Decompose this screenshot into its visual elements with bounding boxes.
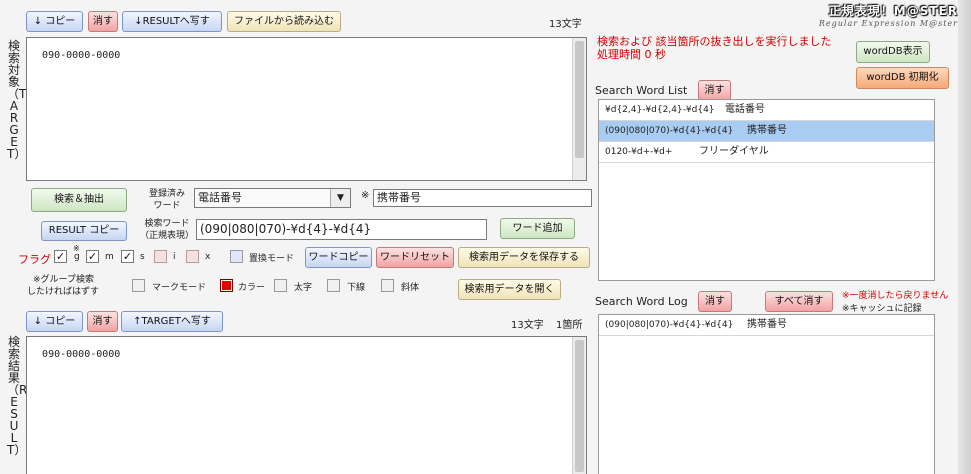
word-note-input[interactable]: 携帯番号 [373, 189, 592, 207]
color-label: カラー [238, 283, 266, 293]
group-note-2: したければはずす [27, 287, 100, 297]
registered-word-select[interactable]: 電話番号 ▼ [194, 188, 351, 208]
bold-label: 太字 [294, 283, 313, 293]
target-char-count: 13文字 [549, 19, 582, 30]
word-log-warning-1: ※一度消したら戻りません [842, 291, 949, 301]
result-char-count: 13文字 [511, 320, 544, 331]
worddb-show-button[interactable]: wordDB表示 [856, 41, 930, 63]
flag-label: フラグ [18, 253, 51, 266]
add-word-button[interactable]: ワード追加 [500, 218, 575, 239]
result-section-label: 検索結果（RESULT） [7, 335, 28, 457]
search-extract-button[interactable]: 検索＆抽出 [31, 188, 127, 212]
status-time: 処理時間 0 秒 [597, 48, 666, 61]
word-log-clear-all-button[interactable]: すべて消す [765, 291, 833, 312]
italic-label: 斜体 [401, 283, 420, 293]
word-note-value: 携帯番号 [377, 191, 421, 204]
flag-g-checkbox[interactable]: ✓ [54, 250, 67, 263]
color-swatch[interactable] [220, 279, 233, 292]
result-match-count: 1箇所 [556, 320, 583, 331]
log-pattern: (090|080|070)-¥d{4}-¥d{4} [605, 320, 734, 330]
flag-i-checkbox[interactable] [186, 250, 199, 263]
result-copy-button[interactable]: RESULT コピー [41, 221, 127, 241]
logo-subtitle: Regular Expression M@ster [818, 19, 958, 28]
flag-x-label: x [205, 252, 211, 262]
underline-checkbox[interactable] [327, 279, 340, 292]
target-copy-button[interactable]: ↓ コピー [26, 11, 83, 32]
result-to-target-button[interactable]: ↑TARGETへ写す [121, 311, 223, 332]
flag-m-checkbox[interactable]: ✓ [86, 250, 99, 263]
replace-mode-label: 置換モード [249, 254, 295, 264]
word-pattern: ¥d{2,4}-¥d{2,4}-¥d{4} [605, 105, 715, 115]
save-search-data-button[interactable]: 検索用データを保存する [458, 247, 590, 268]
word-pattern: (090|080|070)-¥d{4}-¥d{4} [605, 126, 734, 136]
log-name: 携帯番号 [747, 319, 787, 330]
word-log-warning-2: ※キャッシュに記録 [842, 304, 922, 314]
flag-i-label: i [173, 252, 176, 262]
chevron-down-icon[interactable]: ▼ [330, 189, 350, 207]
italic-checkbox[interactable] [381, 279, 394, 292]
underline-label: 下線 [347, 283, 366, 293]
bold-checkbox[interactable] [274, 279, 287, 292]
search-word-input[interactable]: (090|080|070)-¥d{4}-¥d{4} [196, 219, 487, 240]
app-logo: 正規表現！M@STER Regular Expression M@ster [808, 2, 958, 30]
target-section-label: 検索対象（TARGET） [7, 39, 27, 161]
target-text: 090-0000-0000 [42, 50, 121, 61]
word-name: フリーダイヤル [699, 146, 769, 157]
word-list-row[interactable]: ¥d{2,4}-¥d{2,4}-¥d{4} 電話番号 [599, 100, 934, 121]
open-search-data-button[interactable]: 検索用データを開く [458, 279, 561, 300]
word-list-row-selected[interactable]: (090|080|070)-¥d{4}-¥d{4} 携帯番号 [599, 121, 934, 142]
target-textarea[interactable]: 090-0000-0000 [26, 37, 587, 181]
result-copy-text-button[interactable]: ↓ コピー [26, 311, 83, 332]
search-word-value: (090|080|070)-¥d{4}-¥d{4} [200, 222, 372, 236]
result-textarea[interactable]: 090-0000-0000 [26, 336, 587, 474]
word-list-row[interactable]: 0120-¥d+-¥d+ フリーダイヤル [599, 142, 934, 163]
result-clear-button[interactable]: 消す [87, 311, 118, 332]
target-clear-button[interactable]: 消す [88, 11, 118, 32]
registered-word-value: 電話番号 [198, 191, 242, 204]
worddb-init-button[interactable]: wordDB 初期化 [856, 67, 949, 89]
word-log-row[interactable]: (090|080|070)-¥d{4}-¥d{4} 携帯番号 [599, 315, 934, 336]
flag-s-label: s [140, 252, 145, 262]
search-word-log[interactable]: (090|080|070)-¥d{4}-¥d{4} 携帯番号 [598, 314, 935, 474]
result-text: 090-0000-0000 [42, 349, 121, 360]
load-file-button[interactable]: ファイルから読み込む [227, 11, 341, 32]
word-list-clear-button[interactable]: 消す [698, 80, 731, 101]
word-list-title: Search Word List [595, 84, 688, 97]
result-scrollbar[interactable] [572, 337, 586, 474]
target-scrollbar[interactable] [572, 38, 586, 180]
registered-word-label-2: ワード [153, 201, 181, 211]
word-name: 携帯番号 [747, 125, 787, 136]
note-mark: ※ [361, 190, 370, 201]
window-right-edge [958, 0, 971, 474]
word-name: 電話番号 [725, 104, 765, 115]
word-reset-button[interactable]: ワードリセット [376, 247, 454, 268]
target-to-result-button[interactable]: ↓RESULTへ写す [122, 11, 222, 32]
flag-s-checkbox[interactable]: ✓ [121, 250, 134, 263]
mark-mode-checkbox[interactable] [132, 279, 145, 292]
mark-mode-label: マークモード [152, 283, 207, 293]
flag-extra-checkbox[interactable] [154, 250, 167, 263]
word-log-title: Search Word Log [595, 295, 688, 308]
word-log-clear-button[interactable]: 消す [698, 291, 732, 312]
flag-m-label: m [105, 252, 114, 262]
search-word-list[interactable]: ¥d{2,4}-¥d{2,4}-¥d{4} 電話番号 (090|080|070)… [598, 99, 935, 281]
logo-title: 正規表現！M@STER [828, 4, 958, 18]
search-word-label-2: （正規表現） [139, 231, 194, 241]
replace-mode-checkbox[interactable] [230, 250, 243, 263]
flag-g-label: g [74, 252, 80, 262]
word-pattern: 0120-¥d+-¥d+ [605, 147, 673, 157]
word-copy-button[interactable]: ワードコピー [305, 247, 372, 268]
